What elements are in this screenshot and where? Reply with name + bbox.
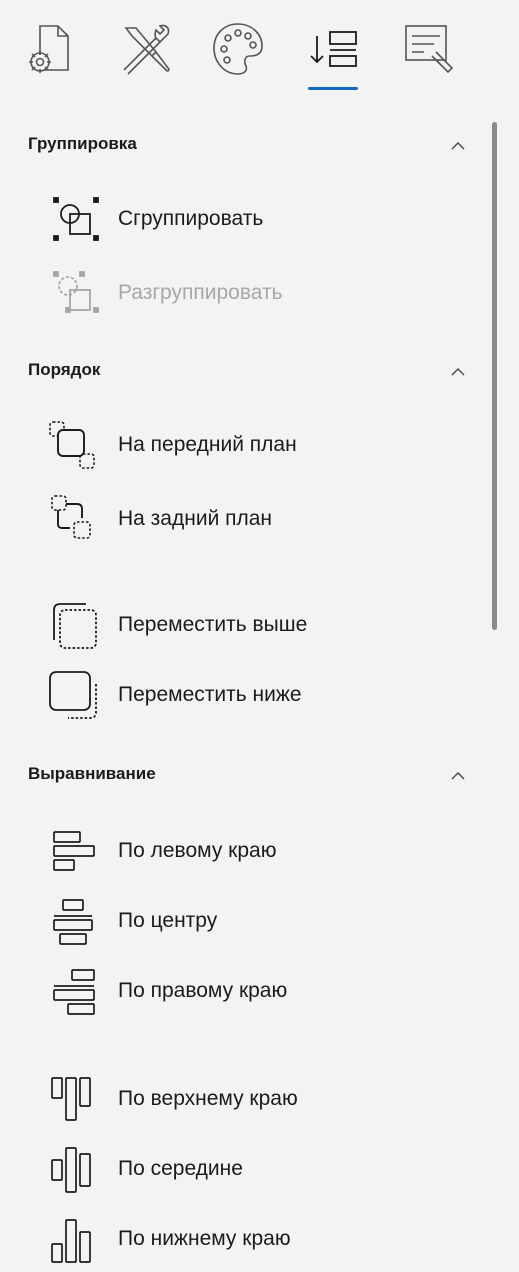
bring-forward-button[interactable]: Переместить выше xyxy=(40,598,460,654)
tools-icon xyxy=(123,24,170,75)
section-title-align: Выравнивание xyxy=(28,764,156,783)
align-left-label: По левому краю xyxy=(118,839,277,862)
tab-page-settings[interactable] xyxy=(18,16,82,80)
bring-forward-label: Переместить выше xyxy=(118,613,308,636)
align-center-icon xyxy=(44,896,102,948)
send-to-back-label: На задний план xyxy=(118,507,273,530)
arrange-icon xyxy=(310,31,357,67)
send-backward-button[interactable]: Переместить ниже xyxy=(40,668,460,724)
ungroup-icon xyxy=(44,268,102,320)
bring-to-front-label: На передний план xyxy=(118,433,297,456)
tab-arrange[interactable] xyxy=(300,16,364,80)
section-title-order: Порядок xyxy=(28,360,101,379)
align-right-label: По правому краю xyxy=(118,979,288,1002)
chevron-up-icon[interactable] xyxy=(446,134,470,158)
align-right-button[interactable]: По правому краю xyxy=(40,964,460,1020)
align-top-icon xyxy=(44,1074,102,1126)
scrollbar[interactable] xyxy=(492,122,497,630)
align-middle-label: По середине xyxy=(118,1157,243,1180)
align-center-button[interactable]: По центру xyxy=(40,894,460,950)
align-bottom-label: По нижнему краю xyxy=(118,1227,291,1250)
group-label: Сгруппировать xyxy=(118,207,264,230)
send-to-back-icon xyxy=(44,494,102,546)
bring-forward-icon xyxy=(44,600,102,652)
align-bottom-button[interactable]: По нижнему краю xyxy=(40,1212,460,1268)
tab-text[interactable] xyxy=(394,16,458,80)
tab-style[interactable] xyxy=(206,16,270,80)
send-to-back-button[interactable]: На задний план xyxy=(40,492,460,548)
group-button[interactable]: Сгруппировать xyxy=(40,192,460,248)
ungroup-label: Разгруппировать xyxy=(118,281,283,304)
bring-to-front-button[interactable]: На передний план xyxy=(40,418,460,474)
section-title-group: Группировка xyxy=(28,134,137,153)
align-top-label: По верхнему краю xyxy=(118,1087,298,1110)
align-middle-icon xyxy=(44,1144,102,1196)
ribbon-tabs xyxy=(0,0,519,110)
align-left-icon xyxy=(44,826,102,878)
ungroup-button[interactable]: Разгруппировать xyxy=(40,266,460,322)
bring-to-front-icon xyxy=(44,420,102,472)
selected-tab-indicator xyxy=(308,87,358,90)
tab-tools[interactable] xyxy=(112,16,176,80)
align-right-icon xyxy=(44,966,102,1018)
send-backward-icon xyxy=(44,670,102,722)
send-backward-label: Переместить ниже xyxy=(118,683,302,706)
align-bottom-icon xyxy=(44,1214,102,1266)
text-edit-icon xyxy=(405,25,454,74)
page-gear-icon xyxy=(29,25,69,73)
chevron-up-icon[interactable] xyxy=(446,360,470,384)
group-icon xyxy=(44,194,102,246)
palette-icon xyxy=(213,23,263,75)
align-middle-button[interactable]: По середине xyxy=(40,1142,460,1198)
chevron-up-icon[interactable] xyxy=(446,764,470,788)
align-center-label: По центру xyxy=(118,909,218,932)
align-top-button[interactable]: По верхнему краю xyxy=(40,1072,460,1128)
align-left-button[interactable]: По левому краю xyxy=(40,824,460,880)
